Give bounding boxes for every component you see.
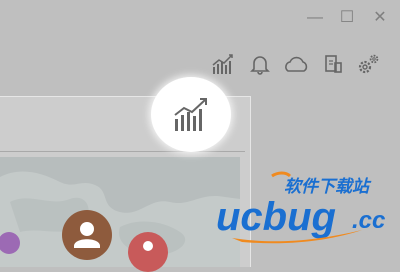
site-watermark: 软件下载站 ucbug .cc [212, 170, 400, 250]
avatar[interactable] [128, 232, 168, 272]
avatar[interactable] [62, 210, 112, 260]
minimize-button[interactable]: — [305, 8, 325, 28]
close-button[interactable]: ✕ [370, 8, 390, 28]
cloud-icon[interactable] [282, 50, 310, 78]
stats-spotlight[interactable] [151, 77, 231, 152]
panel-divider [0, 151, 245, 152]
watermark-domain-text: .cc [352, 207, 385, 234]
files-icon[interactable] [320, 50, 348, 78]
avatar[interactable] [0, 232, 20, 254]
settings-icon[interactable] [354, 50, 382, 78]
stats-icon[interactable] [210, 50, 238, 78]
title-bar: — ☐ ✕ [0, 0, 400, 38]
watermark-chinese-text: 软件下载站 [284, 177, 372, 197]
watermark-accent [271, 171, 292, 178]
stats-icon [174, 98, 207, 131]
maximize-button[interactable]: ☐ [337, 8, 357, 28]
watermark-logo-text: ucbug [216, 195, 336, 239]
bell-icon[interactable] [246, 50, 274, 78]
world-map [0, 157, 240, 267]
